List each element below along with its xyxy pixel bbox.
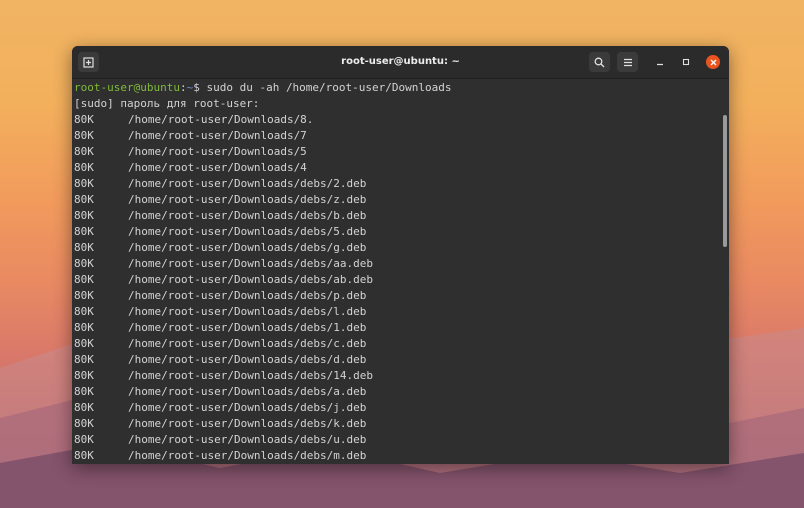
command-text: sudo du -ah /home/root-user/Downloads	[206, 81, 452, 94]
terminal-window: root-user@ubuntu: ~ root-user@ubuntu:~$ …	[72, 46, 729, 464]
row-path: /home/root-user/Downloads/5	[128, 145, 307, 158]
row-size: 80K	[74, 257, 94, 270]
prompt-symbol: $	[193, 81, 200, 94]
terminal-output[interactable]: root-user@ubuntu:~$ sudo du -ah /home/ro…	[72, 79, 729, 464]
row-path: /home/root-user/Downloads/4	[128, 161, 307, 174]
output-row: 80K/home/root-user/Downloads/debs/1.deb	[74, 320, 729, 336]
output-row: 80K/home/root-user/Downloads/debs/aa.deb	[74, 256, 729, 272]
close-button[interactable]	[706, 55, 720, 69]
scrollbar[interactable]	[723, 115, 727, 247]
output-row: 80K/home/root-user/Downloads/debs/z.deb	[74, 192, 729, 208]
output-row: 80K/home/root-user/Downloads/debs/l.deb	[74, 304, 729, 320]
output-row: 80K/home/root-user/Downloads/debs/g.deb	[74, 240, 729, 256]
output-row: 80K/home/root-user/Downloads/debs/ab.deb	[74, 272, 729, 288]
output-row: 80K/home/root-user/Downloads/8.	[74, 112, 729, 128]
row-path: /home/root-user/Downloads/debs/z.deb	[128, 193, 367, 206]
row-path: /home/root-user/Downloads/debs/j.deb	[128, 401, 367, 414]
hamburger-menu-icon	[623, 58, 632, 66]
prompt-user: root-user@ubuntu	[74, 81, 180, 94]
row-path: /home/root-user/Downloads/debs/ab.deb	[128, 273, 374, 286]
row-size: 80K	[74, 305, 94, 318]
row-size: 80K	[74, 209, 94, 222]
row-path: /home/root-user/Downloads/debs/1.deb	[128, 321, 367, 334]
minimize-button[interactable]	[650, 52, 670, 72]
row-size: 80K	[74, 353, 94, 366]
maximize-icon	[682, 58, 690, 66]
menu-button[interactable]	[617, 52, 638, 72]
row-path: /home/root-user/Downloads/debs/k.deb	[128, 417, 367, 430]
row-path: /home/root-user/Downloads/debs/b.deb	[128, 209, 367, 222]
row-size: 80K	[74, 129, 94, 142]
row-size: 80K	[74, 273, 94, 286]
output-row: 80K/home/root-user/Downloads/4	[74, 160, 729, 176]
row-size: 80K	[74, 225, 94, 238]
row-path: /home/root-user/Downloads/debs/c.deb	[128, 337, 367, 350]
row-size: 80K	[74, 337, 94, 350]
row-size: 80K	[74, 161, 94, 174]
output-row: 80K/home/root-user/Downloads/debs/c.deb	[74, 336, 729, 352]
row-path: /home/root-user/Downloads/debs/d.deb	[128, 353, 367, 366]
output-row: 80K/home/root-user/Downloads/5	[74, 144, 729, 160]
close-icon	[710, 59, 716, 65]
row-size: 80K	[74, 289, 94, 302]
row-path: /home/root-user/Downloads/debs/aa.deb	[128, 257, 374, 270]
row-size: 80K	[74, 145, 94, 158]
row-size: 80K	[74, 417, 94, 430]
output-row: 80K/home/root-user/Downloads/debs/u.deb	[74, 432, 729, 448]
output-row: 80K/home/root-user/Downloads/debs/p.deb	[74, 288, 729, 304]
output-row: 80K/home/root-user/Downloads/debs/5.deb	[74, 224, 729, 240]
output-row: 80K/home/root-user/Downloads/debs/2.deb	[74, 176, 729, 192]
title-bar[interactable]: root-user@ubuntu: ~	[72, 46, 729, 79]
output-row: 80K/home/root-user/Downloads/debs/k.deb	[74, 416, 729, 432]
row-path: /home/root-user/Downloads/debs/2.deb	[128, 177, 367, 190]
output-row: 80K/home/root-user/Downloads/debs/m.deb	[74, 448, 729, 464]
row-path: /home/root-user/Downloads/debs/m.deb	[128, 449, 367, 462]
maximize-button[interactable]	[676, 52, 696, 72]
row-path: /home/root-user/Downloads/debs/a.deb	[128, 385, 367, 398]
row-size: 80K	[74, 385, 94, 398]
row-path: /home/root-user/Downloads/8.	[128, 113, 314, 126]
output-row: 80K/home/root-user/Downloads/debs/14.deb	[74, 368, 729, 384]
row-size: 80K	[74, 449, 94, 462]
output-row: 80K/home/root-user/Downloads/debs/a.deb	[74, 384, 729, 400]
search-button[interactable]	[589, 52, 610, 72]
output-row: 80K/home/root-user/Downloads/debs/d.deb	[74, 352, 729, 368]
search-icon	[594, 57, 605, 67]
row-size: 80K	[74, 321, 94, 334]
row-size: 80K	[74, 369, 94, 382]
row-path: /home/root-user/Downloads/debs/g.deb	[128, 241, 367, 254]
row-path: /home/root-user/Downloads/7	[128, 129, 307, 142]
row-path: /home/root-user/Downloads/debs/14.deb	[128, 369, 374, 382]
row-size: 80K	[74, 113, 94, 126]
output-row: 80K/home/root-user/Downloads/debs/b.deb	[74, 208, 729, 224]
minimize-icon	[657, 63, 663, 66]
output-row: 80K/home/root-user/Downloads/7	[74, 128, 729, 144]
output-row: 80K/home/root-user/Downloads/debs/j.deb	[74, 400, 729, 416]
row-path: /home/root-user/Downloads/debs/u.deb	[128, 433, 367, 446]
row-size: 80K	[74, 193, 94, 206]
row-size: 80K	[74, 401, 94, 414]
row-size: 80K	[74, 433, 94, 446]
row-path: /home/root-user/Downloads/debs/l.deb	[128, 305, 367, 318]
sudo-prompt: [sudo] пароль для root-user:	[74, 97, 260, 110]
command-line: root-user@ubuntu:~$ sudo du -ah /home/ro…	[74, 80, 729, 96]
du-output-rows: 80K/home/root-user/Downloads/8. 80K/home/…	[74, 112, 729, 464]
row-size: 80K	[74, 177, 94, 190]
prompt-separator: :	[179, 81, 187, 94]
row-size: 80K	[74, 241, 94, 254]
row-path: /home/root-user/Downloads/debs/5.deb	[128, 225, 367, 238]
row-path: /home/root-user/Downloads/debs/p.deb	[128, 289, 367, 302]
